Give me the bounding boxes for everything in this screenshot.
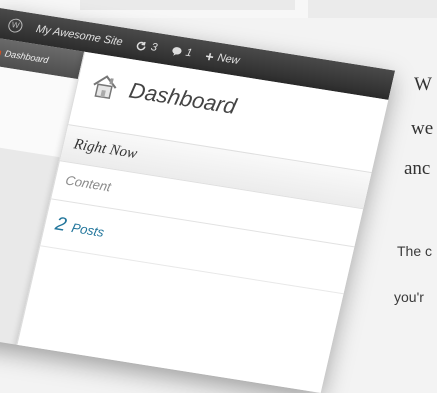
text-fragment: anc <box>404 158 431 179</box>
dashboard-main: Dashboard Right Now Content 2 Posts <box>14 51 396 393</box>
updates-count: 3 <box>149 41 159 54</box>
sidebar-item-label: Dashboard <box>3 48 50 66</box>
wordpress-icon: W <box>6 17 24 34</box>
widget-title: Right Now <box>72 135 139 162</box>
wordpress-logo[interactable]: W <box>6 17 24 34</box>
wp-admin-screenshot: W My Awesome Site 3 1 + New Dashboard 0 <box>0 8 396 393</box>
comments-count: 1 <box>184 46 194 60</box>
plus-icon: + <box>203 47 216 65</box>
new-label: New <box>216 51 241 67</box>
backdrop-top <box>0 0 437 18</box>
posts-label: Posts <box>70 220 106 240</box>
posts-count-link[interactable]: 2 Posts <box>53 214 106 243</box>
text-fragment: we <box>411 118 434 139</box>
new-content-link[interactable]: + New <box>204 48 241 69</box>
dashboard-menu-icon <box>0 49 2 56</box>
text-fragment: W <box>414 74 432 95</box>
posts-count: 2 <box>53 213 69 236</box>
comments-link[interactable]: 1 <box>170 44 194 60</box>
house-icon <box>93 75 117 100</box>
right-now-widget-header[interactable]: Right Now <box>59 124 385 212</box>
page-header: Dashboard <box>87 69 240 121</box>
site-name-link[interactable]: My Awesome Site <box>35 23 124 48</box>
text-fragment: The c <box>397 243 433 259</box>
content-section-label: Content <box>64 172 113 195</box>
divider <box>40 245 357 297</box>
text-fragment: you'r <box>394 289 424 305</box>
page-title: Dashboard <box>126 77 239 119</box>
updates-link[interactable]: 3 <box>135 39 159 54</box>
backdrop-block <box>80 0 295 10</box>
backdrop-block <box>308 0 437 18</box>
comment-bubble-icon <box>172 46 182 56</box>
refresh-icon <box>137 41 147 50</box>
